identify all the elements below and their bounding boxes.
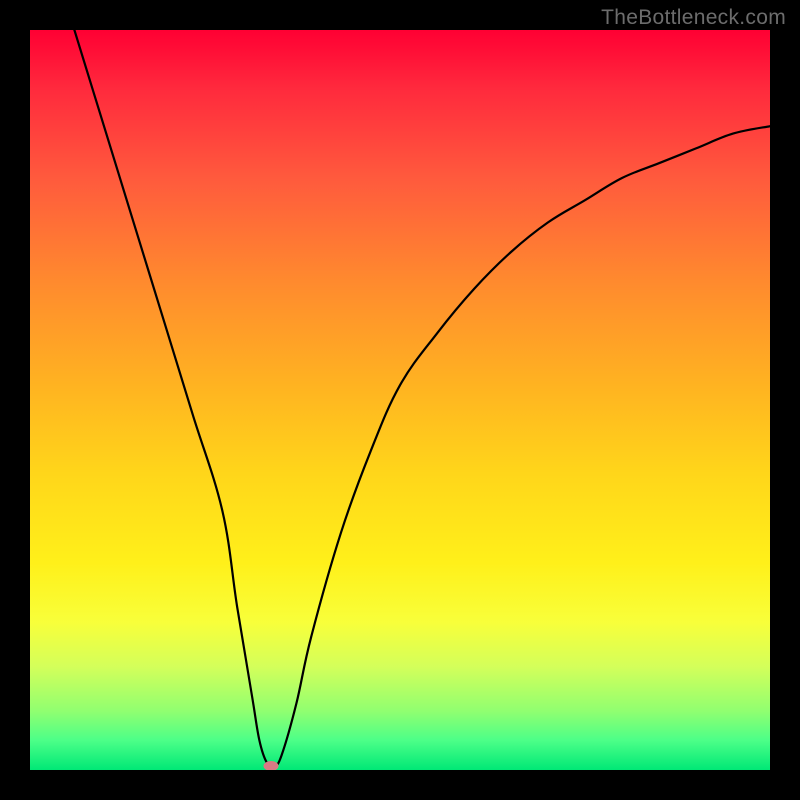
curve-svg [30, 30, 770, 770]
chart-frame: TheBottleneck.com [0, 0, 800, 800]
bottleneck-curve [74, 30, 770, 767]
minimum-marker [263, 761, 278, 770]
watermark-text: TheBottleneck.com [601, 6, 786, 30]
plot-area [30, 30, 770, 770]
